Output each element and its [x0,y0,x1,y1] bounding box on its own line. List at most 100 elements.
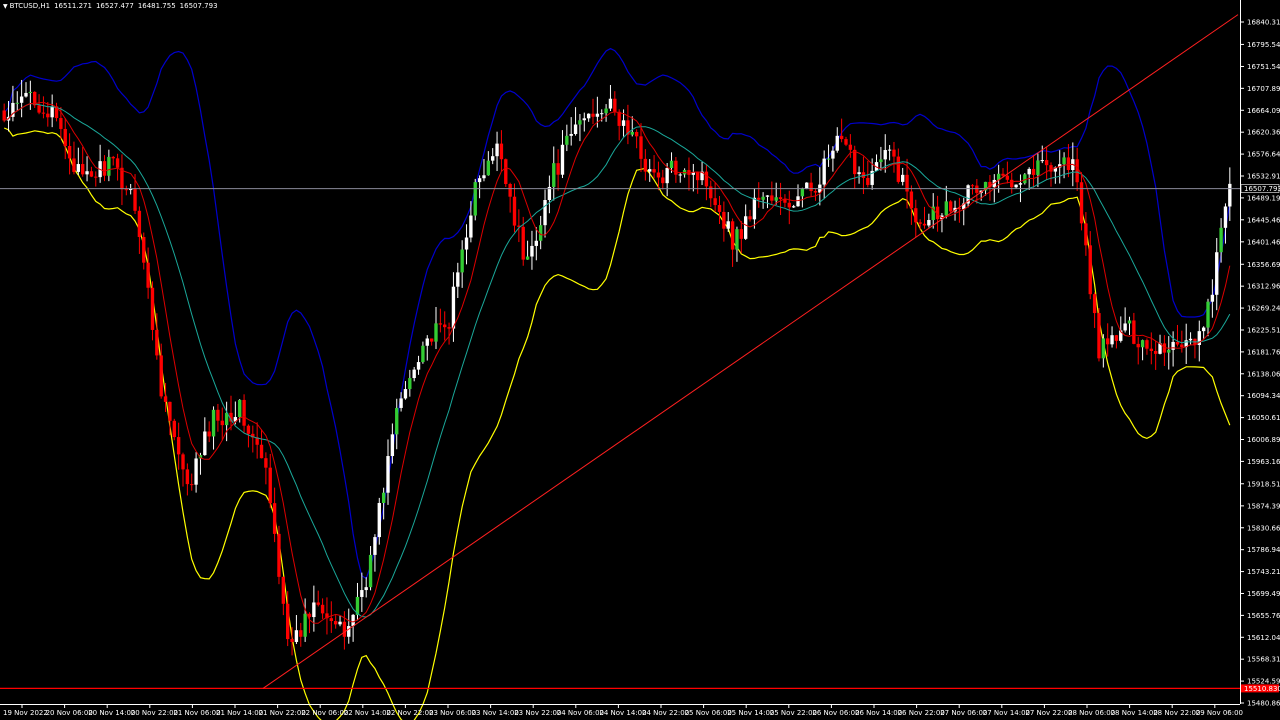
candle-body [333,621,338,625]
candle [486,151,491,176]
candle [730,218,735,267]
y-tick-label: 16094.340 [1247,392,1280,400]
high-value: 16527.477 [95,2,134,10]
candle [460,240,464,288]
candle [268,453,272,509]
candle-body [290,639,294,642]
candle [85,156,89,182]
candle-body [294,630,299,642]
candle [791,204,796,208]
candle-body [1167,349,1171,353]
candle-body [146,262,150,288]
candle [565,124,569,152]
candle [1106,323,1110,357]
candle-body [634,131,639,137]
candle-body [373,537,377,555]
candle-body [901,174,905,182]
x-tick-label: 28 Nov 06:00 [1068,709,1115,717]
candle [1149,332,1153,365]
candle-body [242,399,246,426]
candle-body [512,196,517,226]
candle [146,247,150,299]
candle-body [556,163,560,175]
candle-body [1040,160,1044,162]
candle-body [142,236,146,263]
candle-body [194,458,198,485]
candle-body [264,458,268,468]
y-tick-label: 16664.090 [1247,107,1280,115]
candle-body [909,191,914,209]
candle-body [46,113,50,118]
candle-body [272,503,277,534]
y-tick-label: 16532.915 [1247,172,1280,180]
candle [896,148,901,184]
candle [822,150,826,200]
candle-body [1219,227,1223,253]
candle-body [844,139,848,145]
candle-body [94,176,98,178]
candle-body [552,163,556,187]
candle-body [124,189,128,191]
candle [648,159,652,182]
y-tick-label: 15568.315 [1247,656,1280,664]
y-tick-label: 15874.390 [1247,502,1280,510]
candle [81,146,85,177]
candle-body [696,172,700,181]
y-tick-label: 16312.965 [1247,283,1280,291]
candle [761,192,765,209]
candle [909,185,914,225]
y-tick-label: 16795.540 [1247,41,1280,49]
candle-body [774,197,778,201]
candle-body [137,210,142,237]
candle [1092,292,1097,328]
candle-body [364,587,368,591]
candle [918,219,922,230]
candle-body [451,286,456,329]
y-tick-label: 16006.890 [1247,436,1280,444]
candle-body [28,91,33,93]
candle [835,127,839,153]
candlestick-series [2,79,1232,656]
drawn-lines: 16507.793 15510.830 [0,14,1280,693]
candle [948,200,953,214]
candle [643,149,648,181]
y-tick-label: 16401.465 [1247,238,1280,246]
candle-body [438,323,443,325]
candle [360,572,364,612]
candle [1031,155,1036,188]
candle-body [970,185,975,187]
candle [425,335,429,361]
candle [220,407,224,441]
y-tick-label: 16269.240 [1247,305,1280,313]
candle-body [525,256,530,260]
x-tick-label: 27 Nov 22:00 [1025,709,1072,717]
candle-body [390,434,395,457]
x-tick-label: 22 Nov 22:00 [386,709,433,717]
candle-body [37,105,41,113]
candle [438,308,443,333]
candle [1136,337,1140,365]
candle [512,183,517,233]
price-chart[interactable]: 16507.793 15510.830 16840.315 16795.540 167… [0,0,1280,720]
candle [1206,298,1210,337]
candle-body [1123,323,1127,331]
candle-body [752,197,757,220]
candle-body [805,182,809,189]
candle [765,195,770,209]
candle [368,546,373,591]
candle [691,163,696,192]
candle-body [460,249,464,273]
candle-body [918,222,922,224]
candle-body [1223,206,1228,228]
y-tick-label: 16840.315 [1247,19,1280,27]
x-tick-label: 20 Nov 14:00 [88,709,135,717]
candle [757,182,761,208]
x-tick-label: 28 Nov 22:00 [1153,709,1200,717]
candle-body [608,98,613,109]
candle-body [408,378,412,390]
candle-body [678,174,682,176]
candle-body [1215,252,1219,295]
candle [142,232,146,270]
candle-body [425,338,429,346]
candle-body [944,201,948,216]
